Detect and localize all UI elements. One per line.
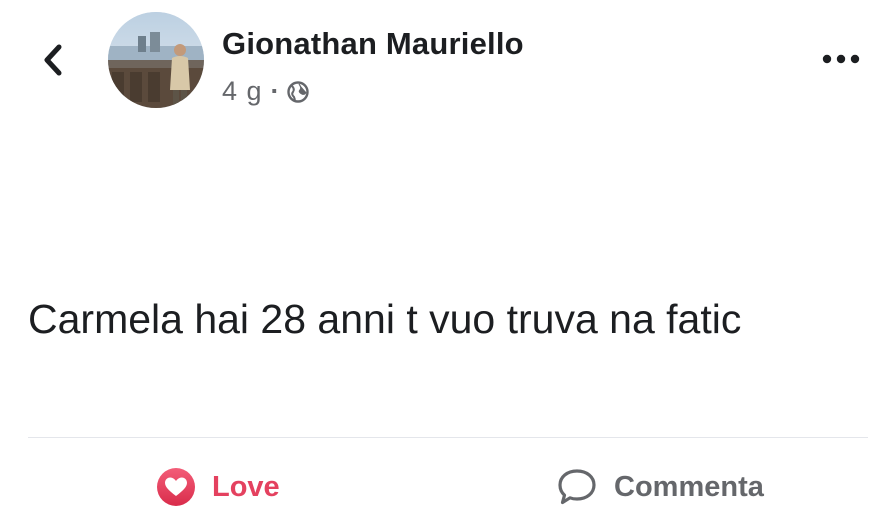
globe-icon[interactable] bbox=[286, 80, 310, 104]
more-options-button[interactable] bbox=[816, 44, 866, 74]
post-timestamp[interactable]: 4 g bbox=[222, 76, 263, 107]
meta-separator: · bbox=[270, 76, 280, 106]
comment-button[interactable]: Commenta bbox=[556, 462, 764, 512]
avatar-photo bbox=[108, 12, 204, 108]
chevron-left-icon bbox=[44, 44, 62, 76]
avatar[interactable] bbox=[108, 12, 204, 108]
author-name[interactable]: Gionathan Mauriello bbox=[222, 26, 524, 62]
actions-divider bbox=[28, 437, 868, 438]
love-label: Love bbox=[212, 470, 280, 503]
post-meta: 4 g · bbox=[222, 76, 310, 107]
comment-label: Commenta bbox=[614, 470, 764, 503]
facebook-post-screen: Gionathan Mauriello 4 g · Carmela hai 28… bbox=[0, 0, 896, 526]
back-button[interactable] bbox=[36, 40, 70, 80]
comment-bubble-icon bbox=[558, 469, 596, 505]
more-horizontal-icon bbox=[822, 54, 860, 64]
heart-reaction-icon bbox=[157, 468, 195, 506]
love-button[interactable]: Love bbox=[156, 462, 280, 512]
post-text: Carmela hai 28 anni t vuo truva na fatic bbox=[28, 296, 742, 342]
